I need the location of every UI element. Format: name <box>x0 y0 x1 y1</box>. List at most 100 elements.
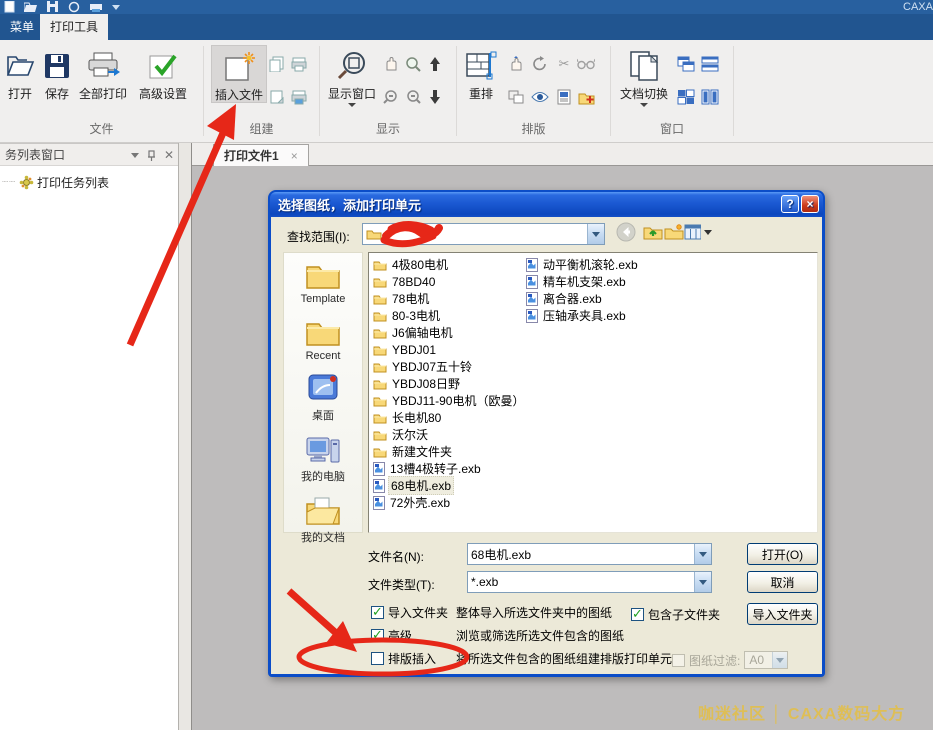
dialog-help-button[interactable]: ? <box>781 195 799 213</box>
tab-close-icon[interactable]: × <box>291 149 298 163</box>
arrow-up-icon[interactable] <box>426 55 444 73</box>
properties-doc-icon[interactable] <box>555 88 573 106</box>
new-folder-button[interactable] <box>663 221 685 243</box>
rotate-icon[interactable] <box>531 55 549 73</box>
folder-item[interactable]: 长电机80 <box>373 409 526 426</box>
place-item[interactable]: 我的文档 <box>301 495 345 545</box>
file-name-combobox[interactable]: 68电机.exb <box>467 543 712 565</box>
dialog-close-button[interactable]: × <box>801 195 819 213</box>
tile-grid-icon[interactable] <box>677 88 695 106</box>
views-menu-button[interactable] <box>684 221 712 243</box>
dropdown-arrow-icon[interactable] <box>587 224 604 244</box>
document-tab[interactable]: 打印文件1 × <box>213 144 309 166</box>
up-one-level-button[interactable] <box>642 221 664 243</box>
exb-file-icon <box>373 479 385 493</box>
overlap-icon[interactable] <box>507 88 525 106</box>
place-item[interactable]: Template <box>301 259 346 305</box>
place-item[interactable]: 桌面 <box>305 373 341 423</box>
open-file-icon[interactable] <box>24 1 38 13</box>
sheet-filter-combobox[interactable]: A0 <box>744 651 788 669</box>
open-button[interactable]: 打开 <box>2 45 38 101</box>
print-all-button[interactable]: 全部打印 <box>76 45 130 101</box>
file-type-combobox[interactable]: *.exb <box>467 571 712 593</box>
zoom-out-icon[interactable] <box>404 88 422 106</box>
new-file-icon[interactable] <box>4 1 15 13</box>
tab-menu[interactable]: 菜单 <box>0 14 44 40</box>
save-icon[interactable] <box>47 1 59 13</box>
file-item[interactable]: 离合器.exb <box>526 290 640 307</box>
file-item[interactable]: 68电机.exb <box>373 477 526 494</box>
group-label-layout: 排版 <box>457 120 610 137</box>
folder-icon <box>373 293 387 305</box>
sheet-filter-checkbox[interactable] <box>672 654 685 667</box>
file-item[interactable]: 压轴承夹具.exb <box>526 307 640 324</box>
folder-item[interactable]: YBDJ07五十铃 <box>373 358 526 375</box>
panel-close-icon[interactable]: ✕ <box>164 144 174 166</box>
zoom-in-icon[interactable] <box>382 88 400 106</box>
folder-item[interactable]: 80-3电机 <box>373 307 526 324</box>
browse-glasses-icon[interactable] <box>577 55 595 73</box>
print-unit-icon[interactable] <box>290 55 308 73</box>
ribbon-group-build: 插入文件 组建 <box>204 40 319 143</box>
print-icon[interactable] <box>89 1 103 13</box>
preview-eye-icon[interactable] <box>531 88 549 106</box>
place-item[interactable]: Recent <box>305 316 341 362</box>
undo-icon[interactable] <box>68 1 80 13</box>
dialog-titlebar[interactable]: 选择图纸，添加打印单元 ? × <box>270 192 823 217</box>
folder-item[interactable]: 沃尔沃 <box>373 426 526 443</box>
option-description: 浏览或筛选所选文件包含的图纸 <box>456 627 624 644</box>
folder-item[interactable]: 78电机 <box>373 290 526 307</box>
file-item[interactable]: 72外壳.exb <box>373 494 526 511</box>
save-button[interactable]: 保存 <box>40 45 74 101</box>
include-subfolders-checkbox[interactable] <box>631 608 644 621</box>
toolbar-dropdown-icon[interactable] <box>112 5 120 10</box>
folder-item[interactable]: YBDJ11-90电机（欧曼） <box>373 392 526 409</box>
checkbox[interactable] <box>371 652 384 665</box>
file-item[interactable]: 动平衡机滚轮.exb <box>526 256 640 273</box>
folder-item[interactable]: 78BD40 <box>373 273 526 290</box>
look-in-combobox[interactable] <box>362 223 605 245</box>
folder-item[interactable]: 4极80电机 <box>373 256 526 273</box>
import-folder-button[interactable]: 导入文件夹 <box>747 603 818 625</box>
folder-item[interactable]: YBDJ08日野 <box>373 375 526 392</box>
pan-icon[interactable] <box>382 55 400 73</box>
rearrange-button[interactable]: 重排 <box>461 45 501 101</box>
cut-icon[interactable]: ✂ <box>555 55 573 73</box>
page-setup-icon[interactable] <box>268 88 286 106</box>
insert-file-button[interactable]: 插入文件 <box>211 45 267 103</box>
folder-item[interactable]: YBDJ01 <box>373 341 526 358</box>
tile-horizontal-icon[interactable] <box>701 55 719 73</box>
pin-icon[interactable] <box>147 150 156 161</box>
panel-menu-icon[interactable] <box>131 153 139 158</box>
show-window-button[interactable]: 显示窗口 <box>325 45 379 107</box>
cancel-button[interactable]: 取消 <box>747 571 818 593</box>
open-button[interactable]: 打开(O) <box>747 543 818 565</box>
folder-item[interactable]: 新建文件夹 <box>373 443 526 460</box>
move-unit-icon[interactable] <box>507 55 525 73</box>
tab-print-tools[interactable]: 打印工具 <box>40 14 108 40</box>
file-item[interactable]: 13槽4极转子.exb <box>373 460 526 477</box>
open-folder-icon <box>2 45 38 87</box>
arrow-down-icon[interactable] <box>426 88 444 106</box>
file-type-label: 文件类型(T): <box>368 576 435 593</box>
zoom-icon[interactable] <box>404 55 422 73</box>
dropdown-arrow-icon[interactable] <box>694 544 711 564</box>
tile-vertical-icon[interactable] <box>701 88 719 106</box>
dropdown-arrow-icon[interactable] <box>694 572 711 592</box>
checkbox[interactable] <box>371 629 384 642</box>
exb-file-icon <box>373 462 385 476</box>
place-item[interactable]: 我的电脑 <box>301 434 345 484</box>
checkbox[interactable] <box>371 606 384 619</box>
print-preview-icon[interactable] <box>290 88 308 106</box>
add-folder-icon[interactable] <box>577 88 595 106</box>
doc-switch-button[interactable]: 文档切换 <box>615 45 673 107</box>
panel-splitter[interactable] <box>178 143 192 730</box>
file-item[interactable]: 精车机支架.exb <box>526 273 640 290</box>
advanced-settings-button[interactable]: 高级设置 <box>132 45 194 101</box>
copy-unit-icon[interactable] <box>268 55 286 73</box>
cascade-windows-icon[interactable] <box>677 55 695 73</box>
back-button[interactable] <box>615 221 637 243</box>
folder-item[interactable]: J6偏轴电机 <box>373 324 526 341</box>
file-list[interactable]: 4极80电机 78BD40 78电机 <box>368 252 818 533</box>
tree-item-print-tasks[interactable]: ┈┈ 打印任务列表 <box>2 174 109 191</box>
